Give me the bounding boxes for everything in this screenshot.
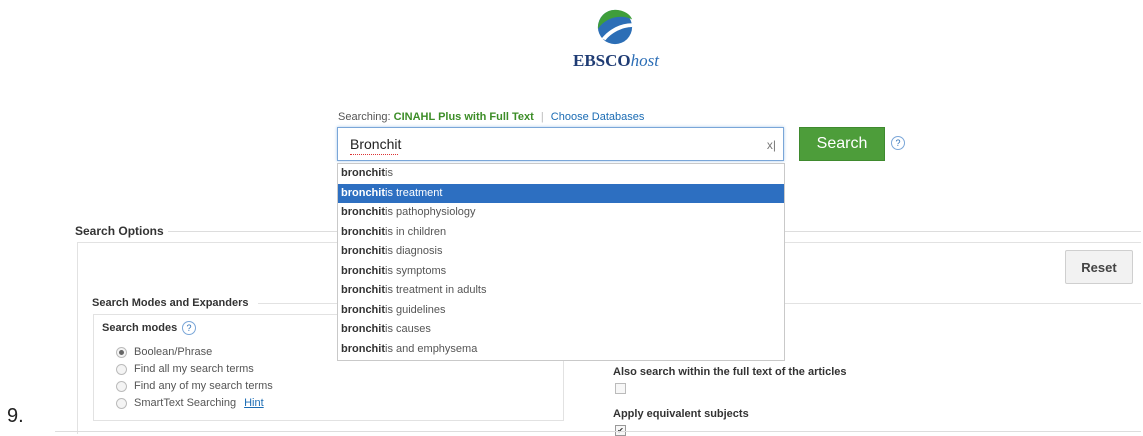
search-mode-option[interactable]: Boolean/Phrase — [116, 346, 212, 358]
suggestion-item[interactable]: bronchitis pathophysiology — [338, 203, 784, 223]
search-options-title: Search Options — [75, 224, 164, 238]
fulltext-checkbox[interactable] — [615, 383, 626, 394]
suggestion-item[interactable]: bronchitis — [338, 164, 784, 184]
search-mode-label: Find any of my search terms — [134, 380, 273, 392]
choose-databases-link[interactable]: Choose Databases — [551, 111, 645, 123]
suggestion-item[interactable]: bronchitis causes — [338, 320, 784, 340]
search-mode-option[interactable]: Find all my search terms — [116, 363, 254, 375]
autocomplete-list: bronchitis bronchitis treatment bronchitis… — [337, 163, 785, 361]
search-modes-label: Search modes — [102, 322, 178, 334]
help-icon[interactable]: ? — [891, 136, 905, 150]
search-mode-label: Find all my search terms — [134, 363, 254, 375]
search-mode-label: Boolean/Phrase — [134, 346, 213, 358]
suggestion-item[interactable]: bronchitis diagnosis — [338, 242, 784, 262]
radio-icon[interactable] — [116, 346, 127, 358]
selected-database: CINAHL Plus with Full Text — [393, 111, 534, 123]
radio-icon[interactable] — [116, 380, 127, 392]
clear-icon[interactable]: x| — [767, 138, 776, 152]
search-input[interactable] — [350, 136, 750, 152]
ebsco-logo-icon — [597, 9, 633, 45]
search-mode-option[interactable]: SmartText Searching Hint — [116, 397, 264, 409]
suggestion-item[interactable]: bronchitis symptoms — [338, 262, 784, 282]
search-mode-label: SmartText Searching — [134, 397, 237, 409]
search-mode-option[interactable]: Find any of my search terms — [116, 380, 273, 392]
searching-label: Searching: — [338, 111, 391, 123]
hint-link[interactable]: Hint — [244, 397, 264, 409]
search-box: x| — [337, 127, 784, 161]
fulltext-option-label: Also search within the full text of the … — [613, 366, 847, 378]
divider — [55, 431, 1141, 432]
suggestion-item[interactable]: bronchitis treatment in adults — [338, 281, 784, 301]
help-icon[interactable]: ? — [182, 321, 196, 335]
suggestion-item[interactable]: bronchitis in children — [338, 223, 784, 243]
searching-database-line: Searching: CINAHL Plus with Full Text | … — [338, 111, 645, 123]
reset-button[interactable]: Reset — [1065, 250, 1133, 284]
suggestion-item[interactable]: bronchitis guidelines — [338, 301, 784, 321]
radio-icon[interactable] — [116, 363, 127, 375]
ebsco-logo-text: EBSCOhost — [573, 51, 659, 70]
search-button[interactable]: Search — [799, 127, 885, 161]
suggestion-item[interactable]: bronchitis treatment — [338, 183, 784, 203]
list-number: 9. — [7, 405, 24, 427]
radio-icon[interactable] — [116, 397, 127, 409]
modes-expanders-title: Search Modes and Expanders — [92, 297, 249, 309]
spellcheck-underline — [350, 154, 398, 155]
suggestion-item[interactable]: bronchitis and emphysema — [338, 340, 784, 360]
equivalent-subjects-label: Apply equivalent subjects — [613, 408, 749, 420]
